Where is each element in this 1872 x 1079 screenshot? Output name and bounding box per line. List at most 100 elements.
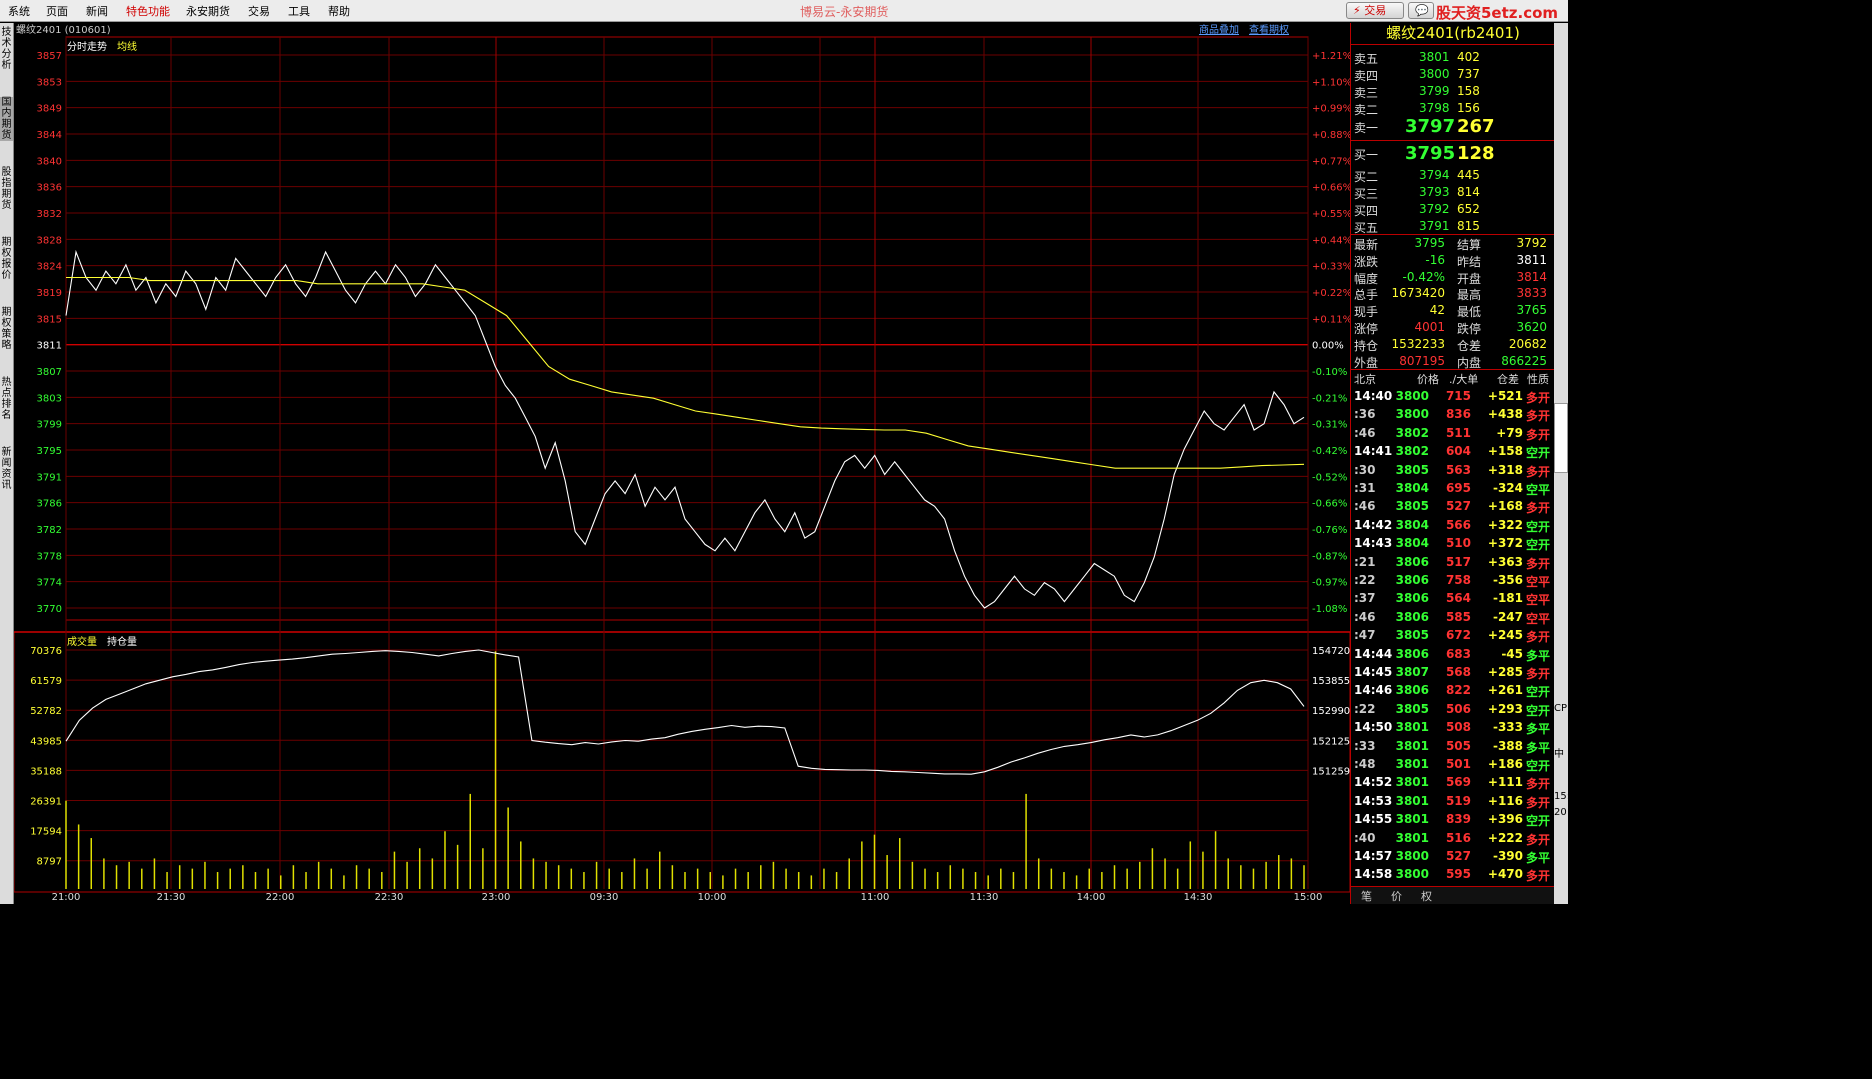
left-tab-options-quote[interactable]: 期权报价 [0, 237, 13, 281]
price-tick: 3778 [37, 551, 62, 562]
trade-type: 多开 [1526, 869, 1551, 884]
left-tab-options-strategy[interactable]: 期权策略 [0, 307, 13, 351]
trade-price: 3802 [1395, 425, 1429, 440]
label-timeshare: 分时走势 [67, 40, 107, 53]
trade-oi-change: +322 [1487, 517, 1523, 532]
bid-volume: 652 [1457, 202, 1480, 216]
oi-tick: 1547207 [1312, 646, 1350, 657]
menu-page[interactable]: 页面 [46, 3, 68, 19]
trade-price: 3805 [1395, 499, 1429, 514]
chat-button[interactable]: 💬 [1408, 2, 1434, 19]
price-tick: 3774 [37, 578, 62, 589]
trade-volume: 569 [1445, 775, 1471, 790]
trade-type: 空平 [1526, 483, 1551, 497]
menu-news[interactable]: 新闻 [86, 3, 108, 19]
trade-volume: 519 [1445, 793, 1471, 808]
intraday-chart[interactable]: 螺纹2401 (010601) 商品叠加 查看期权 分时走势 均线 成交量 持仓… [14, 23, 1350, 904]
trade-time: 14:44 [1354, 646, 1393, 661]
ask-price: 3797 [1405, 116, 1456, 137]
trade-time: 14:41 [1354, 444, 1393, 459]
bid-label: 买二 [1354, 170, 1379, 184]
ask-row: 卖四 3800 737 [1351, 66, 1555, 83]
menu-yongan[interactable]: 永安期货 [186, 3, 230, 19]
trade-oi-change: +293 [1487, 701, 1523, 716]
trade-time: :47 [1354, 628, 1376, 643]
scrollbar[interactable] [1554, 403, 1568, 473]
stat-label: 昨结 [1457, 254, 1482, 269]
stat-label: 现手 [1354, 305, 1379, 320]
price-tick: 3824 [37, 262, 62, 273]
trade-time: :21 [1354, 554, 1376, 569]
pct-tick: +1.21% [1312, 51, 1350, 62]
ask-volume: 267 [1457, 116, 1495, 137]
watermark: 股天资5etz.com [1436, 4, 1559, 22]
oi-tick: 1529903 [1312, 706, 1350, 717]
menu-features[interactable]: 特色功能 [126, 3, 170, 19]
left-tab-hot[interactable]: 热点排名 [0, 377, 13, 421]
price-tick: 3857 [37, 51, 62, 62]
ask-volume: 158 [1457, 84, 1480, 98]
trade-type: 多开 [1526, 464, 1551, 479]
avg-line [66, 276, 1305, 469]
left-tab-tech[interactable]: 技术分析 [0, 27, 13, 71]
trade-volume: 683 [1445, 646, 1471, 661]
contract-label: 螺纹2401 (010601) [16, 23, 111, 36]
stat-label: 幅度 [1354, 271, 1379, 286]
trade-price: 3805 [1395, 628, 1429, 643]
trade-button-label: 交易 [1364, 4, 1387, 17]
price-tick: 3770 [37, 604, 62, 615]
trade-price: 3804 [1395, 517, 1429, 532]
trade-row: 14:50 3801 508 -333 多平 [1351, 718, 1555, 736]
trade-type: 空开 [1526, 703, 1551, 718]
left-tab-index[interactable]: 股指期货 [0, 167, 13, 211]
trade-type: 多开 [1526, 501, 1551, 516]
left-tab-news[interactable]: 新闻资讯 [0, 447, 13, 491]
trade-oi-change: -324 [1492, 481, 1523, 495]
link-overlay[interactable]: 商品叠加 [1199, 23, 1239, 36]
trade-type: 多开 [1526, 777, 1551, 792]
trade-oi-change: +111 [1487, 775, 1523, 790]
time-label: 22:00 [266, 892, 295, 903]
menu-trade[interactable]: 交易 [248, 3, 270, 19]
tab-ticks[interactable]: 笔 [1361, 888, 1372, 904]
time-label: 22:30 [375, 892, 404, 903]
menu-system[interactable]: 系统 [8, 3, 30, 19]
trade-time: :40 [1354, 830, 1376, 845]
bid-volume: 815 [1457, 219, 1480, 233]
stat-label: 最低 [1457, 305, 1482, 320]
trade-price: 3806 [1395, 646, 1429, 661]
pct-tick: -0.87% [1312, 551, 1347, 562]
side-label-1: CP [1554, 703, 1568, 714]
trade-type: 多开 [1526, 630, 1551, 645]
trade-row: 14:45 3807 568 +285 多开 [1351, 663, 1555, 681]
link-options[interactable]: 查看期权 [1249, 23, 1289, 36]
bid-row: 买四 3792 652 [1351, 201, 1555, 218]
pct-tick: +0.77% [1312, 156, 1350, 167]
trade-time: 14:50 [1354, 720, 1393, 735]
price-panel-frame [65, 36, 1309, 621]
stat-value: -0.42% [1402, 269, 1445, 284]
trade-price: 3807 [1395, 665, 1429, 679]
trade-oi-change: +363 [1487, 554, 1523, 569]
trade-row: 14:40 3800 715 +521 多开 [1351, 387, 1555, 405]
label-avgline: 均线 [117, 40, 137, 53]
trade-type: 空平 [1526, 575, 1551, 589]
trade-volume: 517 [1445, 554, 1471, 569]
tab-rights[interactable]: 权 [1421, 888, 1432, 904]
trade-price: 3806 [1395, 554, 1429, 569]
menu-tools[interactable]: 工具 [288, 3, 310, 19]
volume-tick: 43985 [30, 736, 62, 747]
bid-row: 买二 3794 445 [1351, 167, 1555, 184]
trade-volume: 822 [1445, 683, 1471, 698]
trade-volume: 695 [1445, 481, 1471, 495]
menu-help[interactable]: 帮助 [328, 3, 350, 19]
trade-button[interactable]: ⚡ 交易 [1346, 2, 1404, 19]
left-tab-domestic[interactable]: 国内期货 [0, 97, 13, 141]
trade-time: :46 [1354, 609, 1376, 624]
volume-panel-frame [14, 631, 1350, 893]
trade-time: :46 [1354, 499, 1376, 514]
tab-price[interactable]: 价 [1391, 888, 1402, 904]
trade-time: 14:52 [1354, 775, 1393, 790]
trade-volume: 568 [1445, 665, 1471, 679]
trades-col-oi: 仓差 [1497, 373, 1519, 386]
